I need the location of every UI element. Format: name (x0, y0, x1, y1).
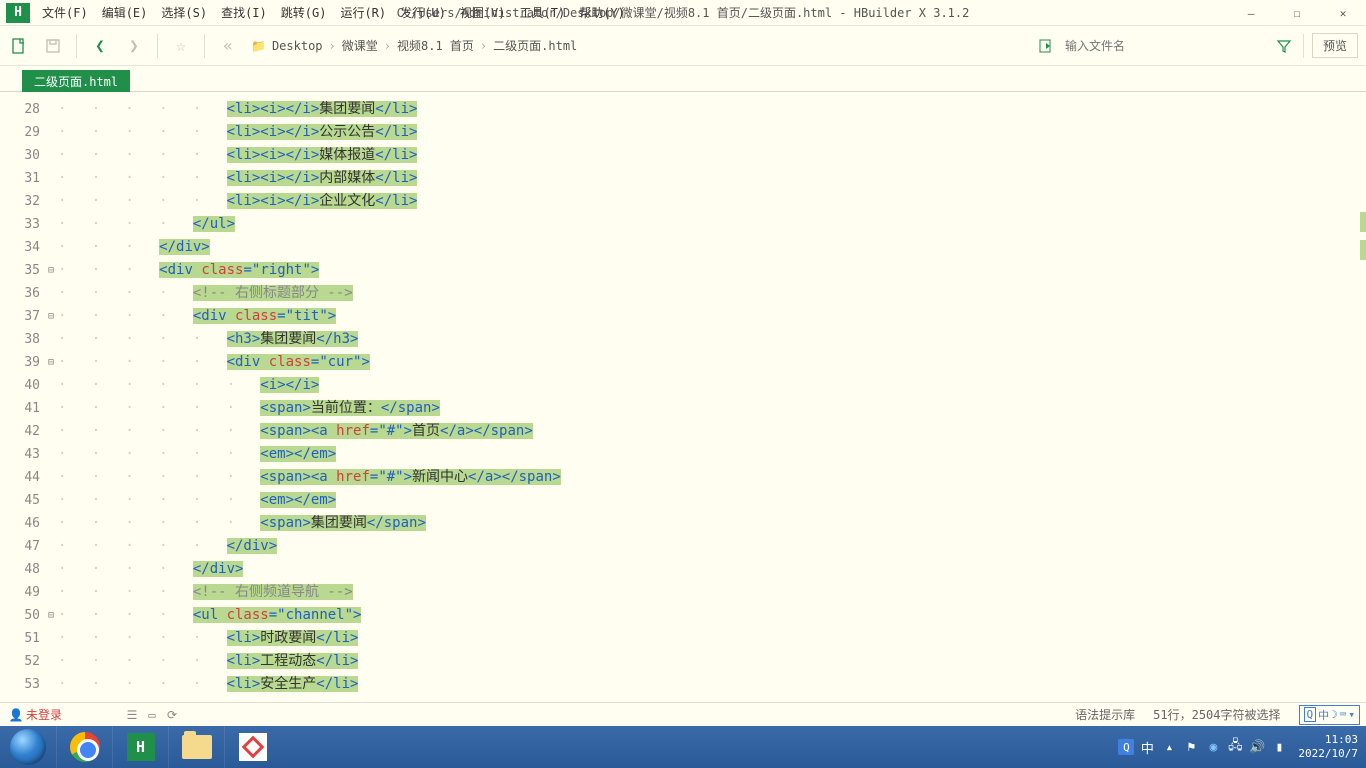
folder-icon (182, 735, 212, 759)
toolbar: ❮ ❯ ☆ « 📁 Desktop› 微课堂› 视频8.1 首页› 二级页面.h… (0, 26, 1366, 66)
menu-item[interactable]: 跳转(G) (275, 0, 333, 25)
tray-chevron-icon[interactable]: ▴ (1160, 740, 1178, 755)
code-content[interactable]: · · · · · <li><i></i>集团要闻</li>· · · · · … (58, 92, 1358, 704)
status-bar: 👤 未登录 ☰ ▭ ⟳ 语法提示库 51行，2504字符被选择 Q 中 ☽ ⌨ … (0, 702, 1366, 726)
nav-forward-icon[interactable]: ❯ (123, 35, 145, 57)
ime-widget[interactable]: Q 中 ☽ ⌨ ▾ (1299, 705, 1361, 725)
tray-volume-icon[interactable]: 🔊 (1248, 740, 1266, 755)
nav-breadcrumb-back-icon[interactable]: « (217, 35, 239, 57)
tab-bar: 二级页面.html (0, 66, 1366, 92)
cursor-position: 51行，2504字符被选择 (1153, 706, 1280, 723)
search-input[interactable] (1065, 39, 1265, 53)
breadcrumb-item[interactable]: 二级页面.html (493, 37, 577, 54)
tray-flag-icon[interactable]: ⚑ (1182, 740, 1200, 755)
nav-back-icon[interactable]: ❮ (89, 35, 111, 57)
windows-logo-icon (10, 729, 46, 765)
app-icon (239, 733, 267, 761)
minimize-button[interactable]: — (1228, 0, 1274, 26)
menubar: H 文件(F)编辑(E)选择(S)查找(I)跳转(G)运行(R)发行(U)视图(… (0, 0, 1366, 26)
chevron-down-icon: ▾ (1348, 708, 1355, 721)
filter-icon[interactable] (1273, 35, 1295, 57)
fold-column[interactable]: ⊟⊟⊟⊟ (48, 92, 58, 704)
preview-button[interactable]: 预览 (1312, 33, 1358, 58)
menu-item[interactable]: 运行(R) (334, 0, 392, 25)
tray-clock[interactable]: 11:032022/10/7 (1292, 733, 1364, 761)
play-icon[interactable] (1035, 35, 1057, 57)
line-gutter: 2829303132333435363738394041424344454647… (0, 92, 48, 704)
chrome-icon (70, 732, 100, 762)
tray-lang[interactable]: 中 (1138, 738, 1156, 757)
hbuilder-icon: H (127, 733, 155, 761)
tray-network-icon[interactable]: 🖧 (1226, 736, 1244, 758)
save-icon[interactable] (42, 35, 64, 57)
favorite-icon[interactable]: ☆ (170, 35, 192, 57)
code-editor[interactable]: 2829303132333435363738394041424344454647… (0, 92, 1366, 704)
menu-item[interactable]: 选择(S) (155, 0, 213, 25)
taskbar-chrome[interactable] (56, 726, 112, 768)
menu-item[interactable]: 编辑(E) (96, 0, 154, 25)
tray-battery-icon[interactable]: ▮ (1270, 740, 1288, 755)
taskbar-explorer[interactable] (168, 726, 224, 768)
breadcrumb-item[interactable]: 微课堂 (342, 37, 378, 54)
sync-icon[interactable]: ⟳ (162, 708, 182, 722)
user-icon[interactable]: 👤 (6, 708, 26, 722)
syntax-hint[interactable]: 语法提示库 (1075, 706, 1135, 723)
menu-item[interactable]: 查找(I) (215, 0, 273, 25)
list-icon[interactable]: ☰ (122, 708, 142, 722)
terminal-icon[interactable]: ▭ (142, 708, 162, 722)
menu-item[interactable]: 文件(F) (36, 0, 94, 25)
breadcrumb-item[interactable]: 视频8.1 首页 (397, 37, 474, 54)
tray-security-icon[interactable]: ◉ (1204, 740, 1222, 755)
taskbar-app[interactable] (224, 726, 280, 768)
tray-q-icon[interactable]: Q (1118, 739, 1134, 755)
app-logo-icon: H (6, 3, 30, 23)
window-title: C:/Users/Administrator/Desktop/微课堂/视频8.1… (397, 4, 970, 21)
folder-icon: 📁 (251, 39, 266, 53)
minimap[interactable] (1358, 92, 1366, 704)
new-file-icon[interactable] (8, 35, 30, 57)
file-tab[interactable]: 二级页面.html (22, 70, 130, 92)
keyboard-icon: ⌨ (1340, 708, 1347, 721)
login-status[interactable]: 未登录 (26, 706, 62, 723)
start-button[interactable] (0, 726, 56, 768)
close-button[interactable]: ✕ (1320, 0, 1366, 26)
maximize-button[interactable]: ☐ (1274, 0, 1320, 26)
breadcrumb: 📁 Desktop› 微课堂› 视频8.1 首页› 二级页面.html (251, 37, 577, 54)
breadcrumb-item[interactable]: Desktop (272, 39, 323, 53)
taskbar-hbuilder[interactable]: H (112, 726, 168, 768)
taskbar: H Q 中 ▴ ⚑ ◉ 🖧 🔊 ▮ 11:032022/10/7 (0, 726, 1366, 768)
system-tray: Q 中 ▴ ⚑ ◉ 🖧 🔊 ▮ 11:032022/10/7 (1118, 733, 1366, 761)
